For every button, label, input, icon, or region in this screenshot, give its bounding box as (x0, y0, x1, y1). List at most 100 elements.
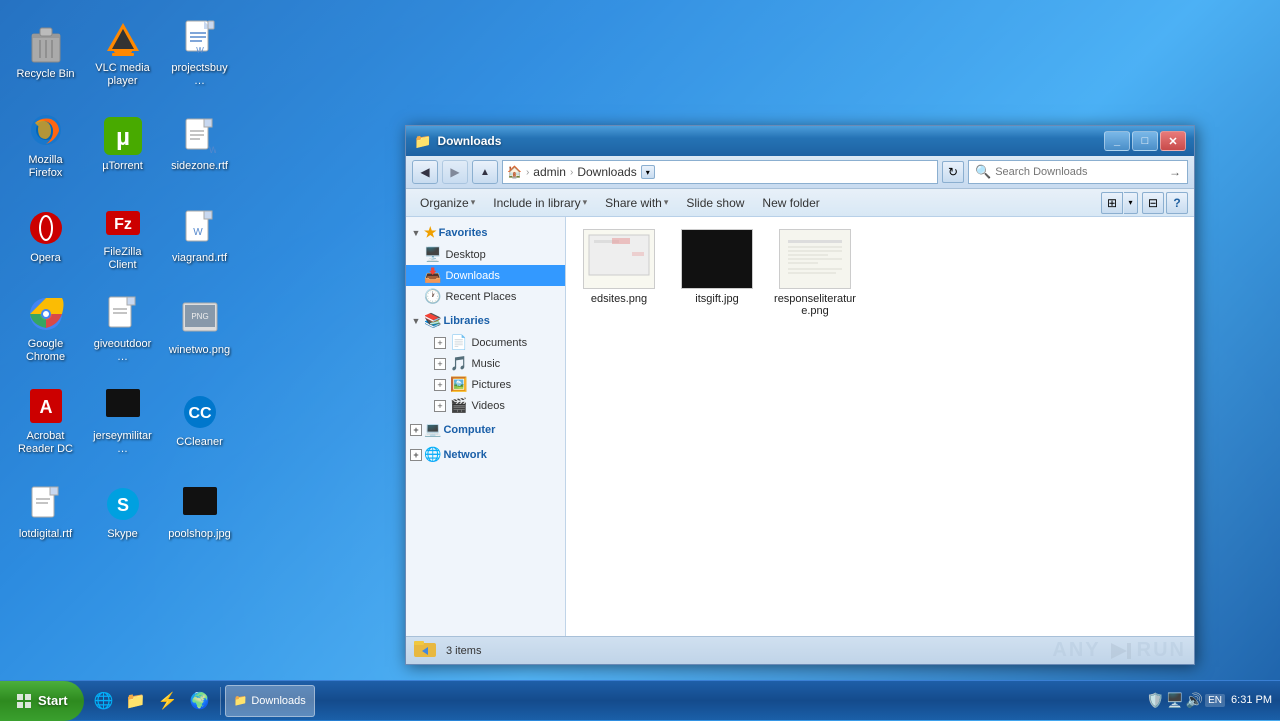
view-buttons: ⊞ ▾ (1101, 192, 1138, 214)
svg-text:W: W (196, 46, 204, 55)
share-arrow: ▾ (664, 197, 669, 208)
winetwo-label: winetwo.png (169, 344, 230, 357)
sidebar-item-pictures[interactable]: + 🖼️ Pictures (406, 374, 565, 395)
desktop-icon-firefox[interactable]: Mozilla Firefox (8, 100, 83, 190)
taskbar-alert-icon[interactable]: ⚡ (154, 687, 182, 715)
desktop-icon-projectsbuy[interactable]: W projectsbuy… (162, 8, 237, 98)
sidebar-item-music[interactable]: + 🎵 Music (406, 353, 565, 374)
music-expand[interactable]: + (434, 358, 446, 370)
libraries-section: ▼ 📚 Libraries + 📄 Documents + 🎵 Music + … (406, 309, 565, 416)
sidebar-item-videos[interactable]: + 🎬 Videos (406, 395, 565, 416)
close-button[interactable]: ✕ (1160, 131, 1186, 151)
address-bar[interactable]: 🏠 › admin › Downloads ▾ (502, 160, 938, 184)
tray-network-icon[interactable]: 🖥️ (1166, 692, 1183, 709)
desktop-icon-vlc[interactable]: VLC media player (85, 8, 160, 98)
minimize-button[interactable]: _ (1104, 131, 1130, 151)
new-folder-button[interactable]: New folder (754, 194, 827, 212)
utorrent-icon: µ (103, 116, 143, 156)
vlc-icon (103, 18, 143, 58)
address-admin: admin (533, 165, 566, 179)
search-input[interactable] (995, 166, 1165, 178)
favorites-header[interactable]: ▼ ★ Favorites (406, 221, 565, 244)
taskbar-folder-icon[interactable]: 📁 (122, 687, 150, 715)
svg-text:PNG: PNG (191, 312, 208, 321)
desktop-icon-winetwo[interactable]: PNG winetwo.png (162, 284, 237, 374)
search-go-icon[interactable]: → (1169, 165, 1181, 179)
music-icon: 🎵 (450, 355, 467, 372)
taskbar-item-downloads[interactable]: 📁 Downloads (225, 685, 315, 717)
desktop-icon-poolshop[interactable]: poolshop.jpg (162, 468, 237, 558)
computer-expand[interactable]: + (410, 424, 422, 436)
sidebar-item-recent-places[interactable]: 🕐 Recent Places (406, 286, 565, 307)
desktop-icon-sidezone[interactable]: W sidezone.rtf (162, 100, 237, 190)
window-title-icon: 📁 (414, 133, 431, 150)
sidebar-item-desktop[interactable]: 🖥️ Desktop (406, 244, 565, 265)
tray-language-icon[interactable]: EN (1205, 694, 1225, 707)
desktop-icon-viagrand[interactable]: W viagrand.rtf (162, 192, 237, 282)
sidebar-item-documents[interactable]: + 📄 Documents (406, 332, 565, 353)
libraries-header[interactable]: ▼ 📚 Libraries (406, 309, 565, 332)
network-header[interactable]: + 🌐 Network (406, 443, 565, 466)
desktop-icon-utorrent[interactable]: µ µTorrent (85, 100, 160, 190)
taskbar-ie-icon[interactable]: 🌐 (90, 687, 118, 715)
taskbar-quick-launch: 🌐 📁 ⚡ 🌍 (84, 687, 221, 715)
file-item-itsgift[interactable]: itsgift.jpg (672, 225, 762, 321)
svg-text:A: A (39, 397, 52, 417)
help-button[interactable]: ? (1166, 192, 1188, 214)
documents-expand[interactable]: + (434, 337, 446, 349)
taskbar-chrome-icon[interactable]: 🌍 (186, 687, 214, 715)
videos-expand[interactable]: + (434, 400, 446, 412)
preview-pane-button[interactable]: ⊟ (1142, 192, 1164, 214)
taskbar: Start 🌐 📁 ⚡ 🌍 📁 Downloads 🛡️ 🖥️ 🔊 EN 6:3… (0, 680, 1280, 720)
up-button[interactable]: ▲ (472, 160, 498, 184)
pictures-expand[interactable]: + (434, 379, 446, 391)
network-expand[interactable]: + (410, 449, 422, 461)
recycle-bin-label: Recycle Bin (16, 68, 74, 81)
desktop-icon-skype[interactable]: S Skype (85, 468, 160, 558)
window-controls: _ □ ✕ (1104, 131, 1186, 151)
share-with-menu[interactable]: Share with ▾ (597, 194, 676, 212)
desktop-icon-opera[interactable]: Opera (8, 192, 83, 282)
skype-label: Skype (107, 528, 138, 541)
itsgift-thumbnail (681, 229, 753, 289)
desktop-icon-lotdigital[interactable]: lotdigital.rtf (8, 468, 83, 558)
downloads-folder-icon: 📥 (424, 267, 441, 284)
maximize-button[interactable]: □ (1132, 131, 1158, 151)
desktop-icon-giveoutdoor[interactable]: giveoutdoor… (85, 284, 160, 374)
anyrun-watermark: ANY RUN (1052, 639, 1186, 662)
status-bar: 3 items ANY RUN (406, 636, 1194, 664)
ccleaner-icon: CC (180, 392, 220, 432)
desktop-icon-filezilla[interactable]: Fz FileZilla Client (85, 192, 160, 282)
organize-menu[interactable]: Organize ▾ (412, 194, 483, 212)
acrobat-icon: A (26, 386, 66, 426)
response-thumbnail (779, 229, 851, 289)
include-library-menu[interactable]: Include in library ▾ (485, 194, 595, 212)
refresh-button[interactable]: ↻ (942, 161, 964, 183)
chrome-icon (26, 294, 66, 334)
file-item-responseliterature[interactable]: responseliterature.png (770, 225, 860, 321)
tray-volume-icon[interactable]: 🔊 (1186, 692, 1203, 709)
file-item-edsites[interactable]: edsites.png (574, 225, 664, 321)
lotdigital-label: lotdigital.rtf (19, 528, 72, 541)
sidebar-item-downloads[interactable]: 📥 Downloads (406, 265, 565, 286)
svg-text:W: W (209, 145, 216, 155)
jerseymill-icon (103, 386, 143, 426)
computer-header[interactable]: + 💻 Computer (406, 418, 565, 441)
svg-text:W: W (193, 227, 203, 238)
view-icons-button[interactable]: ⊞ (1101, 192, 1123, 214)
tray-security-icon[interactable]: 🛡️ (1147, 692, 1164, 709)
ccleaner-label: CCleaner (176, 436, 222, 449)
desktop-icon-ccleaner[interactable]: CC CCleaner (162, 376, 237, 466)
search-bar[interactable]: 🔍 → (968, 160, 1188, 184)
view-dropdown-button[interactable]: ▾ (1124, 192, 1138, 214)
forward-button[interactable]: ▶ (442, 160, 468, 184)
address-dropdown-button[interactable]: ▾ (641, 165, 655, 179)
slideshow-button[interactable]: Slide show (678, 194, 752, 212)
desktop-icon-recycle-bin[interactable]: Recycle Bin (8, 8, 83, 98)
start-button[interactable]: Start (0, 681, 84, 721)
desktop-icon-chrome[interactable]: Google Chrome (8, 284, 83, 374)
back-button[interactable]: ◀ (412, 160, 438, 184)
desktop-icon-acrobat[interactable]: A Acrobat Reader DC (8, 376, 83, 466)
desktop-icon-jerseymill[interactable]: jerseymilitar… (85, 376, 160, 466)
clock-display[interactable]: 6:31 PM (1231, 693, 1272, 708)
